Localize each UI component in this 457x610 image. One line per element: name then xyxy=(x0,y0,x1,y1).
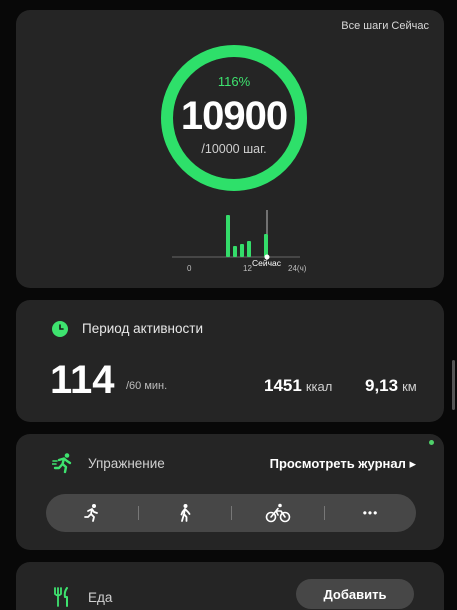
more-button[interactable]: ••• xyxy=(325,494,416,532)
clock-icon xyxy=(52,321,68,337)
active-minutes-value: 114 xyxy=(50,358,115,402)
chart-bar xyxy=(247,241,251,257)
active-minutes-goal: /60 мин. xyxy=(126,380,168,392)
tick-now: Сейчас xyxy=(252,258,282,268)
scrollbar[interactable] xyxy=(452,360,455,410)
walking-icon xyxy=(180,504,191,522)
chart-bar xyxy=(264,234,268,257)
distance-unit: км xyxy=(402,379,417,394)
chart-bar xyxy=(240,244,244,257)
exercise-card[interactable]: Упражнение Просмотреть журнал ▸ ••• xyxy=(16,434,444,550)
steps-hourly-chart: 0 12 Сейчас 24(ч) xyxy=(172,210,306,273)
more-icon: ••• xyxy=(362,506,379,520)
runner-icon xyxy=(52,453,72,474)
walking-button[interactable] xyxy=(139,494,231,532)
calories-unit: ккал xyxy=(305,379,333,394)
running-icon xyxy=(84,504,98,522)
chart-bar xyxy=(233,246,237,257)
chart-bar xyxy=(226,215,230,257)
exercise-title: Упражнение xyxy=(88,456,165,471)
cycling-icon xyxy=(265,503,291,523)
health-dashboard: Все шаги Сейчас 116% 10900 /10000 шаг. 0… xyxy=(0,0,457,610)
fork-knife-icon xyxy=(54,587,68,607)
calories: 1451 ккал xyxy=(264,376,332,396)
tick-end: 24(ч) xyxy=(288,264,306,273)
active-time-title: Период активности xyxy=(82,321,203,336)
distance-value: 9,13 xyxy=(365,376,399,395)
calories-value: 1451 xyxy=(264,376,302,395)
steps-goal: /10000 шаг. xyxy=(201,142,267,156)
steps-card[interactable]: Все шаги Сейчас 116% 10900 /10000 шаг. 0… xyxy=(16,10,444,288)
distance: 9,13 км xyxy=(365,376,417,396)
food-title: Еда xyxy=(88,590,113,605)
running-button[interactable] xyxy=(46,494,138,532)
exercise-type-bar: ••• xyxy=(46,494,416,532)
active-time-card[interactable]: Период активности 114 /60 мин. 1451 ккал … xyxy=(16,300,444,422)
notification-dot xyxy=(429,440,434,445)
add-food-button[interactable]: Добавить xyxy=(296,579,414,609)
all-steps-link[interactable]: Все шаги Сейчас xyxy=(341,20,429,32)
steps-value: 10900 xyxy=(180,94,288,138)
food-card[interactable]: Еда Добавить xyxy=(16,562,444,610)
tick-start: 0 xyxy=(187,264,192,273)
cycling-button[interactable] xyxy=(232,494,324,532)
view-log-link[interactable]: Просмотреть журнал ▸ xyxy=(270,456,416,472)
steps-percent: 116% xyxy=(217,74,251,89)
